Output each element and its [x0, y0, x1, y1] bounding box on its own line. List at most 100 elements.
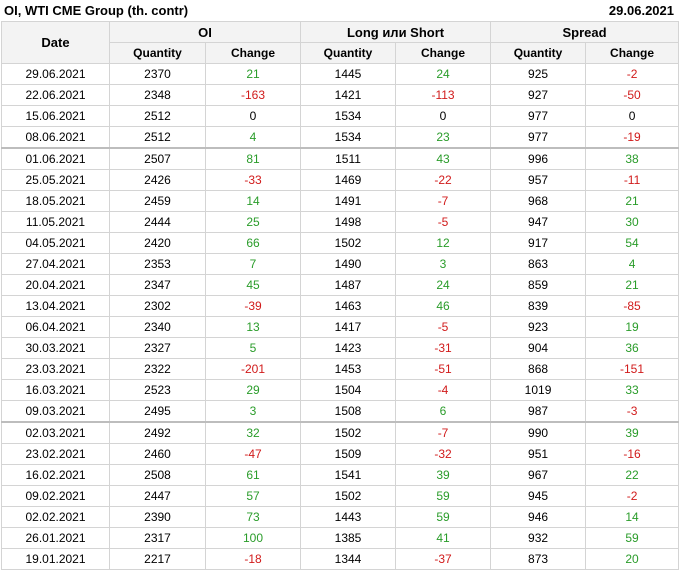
- table-row: 16.03.2021 2523 29 1504 -4 1019 33: [1, 379, 680, 401]
- cell-oi-quantity: 2340: [109, 316, 206, 338]
- cell-long-short-quantity: 1469: [300, 169, 397, 191]
- cell-long-short-change: -7: [395, 421, 492, 444]
- cell-oi-change: 100: [204, 527, 302, 549]
- cell-oi-quantity: 2370: [109, 63, 206, 85]
- cell-oi-quantity: 2508: [109, 464, 206, 486]
- cell-oi-change: -33: [204, 169, 302, 191]
- cell-long-short-change: 46: [395, 295, 492, 317]
- cell-date: 13.04.2021: [1, 295, 110, 317]
- cell-long-short-change: 0: [395, 105, 492, 127]
- cell-oi-change: -163: [204, 84, 302, 106]
- cell-oi-change: 3: [204, 400, 302, 423]
- cell-spread-change: 21: [585, 190, 680, 212]
- cell-oi-quantity: 2507: [109, 147, 206, 170]
- cell-spread-change: 0: [585, 105, 680, 127]
- cell-long-short-quantity: 1490: [300, 253, 397, 275]
- cell-spread-change: -16: [585, 443, 680, 465]
- cell-long-short-change: 59: [395, 506, 492, 528]
- col-header-long-short-change: Change: [395, 42, 492, 64]
- cell-oi-quantity: 2447: [109, 485, 206, 507]
- cell-long-short-change: -51: [395, 358, 492, 380]
- cell-long-short-change: 39: [395, 464, 492, 486]
- cell-long-short-quantity: 1498: [300, 211, 397, 233]
- cell-spread-change: 21: [585, 274, 680, 296]
- cell-date: 23.03.2021: [1, 358, 110, 380]
- table-row: 26.01.2021 2317 100 1385 41 932 59: [1, 527, 680, 549]
- cell-long-short-quantity: 1344: [300, 548, 397, 570]
- cell-date: 18.05.2021: [1, 190, 110, 212]
- cell-long-short-quantity: 1417: [300, 316, 397, 338]
- cell-spread-change: -19: [585, 126, 680, 149]
- cell-spread-quantity: 990: [490, 421, 587, 444]
- table-row: 30.03.2021 2327 5 1423 -31 904 36: [1, 337, 680, 359]
- cell-spread-change: 4: [585, 253, 680, 275]
- cell-long-short-change: 12: [395, 232, 492, 254]
- cell-long-short-quantity: 1502: [300, 232, 397, 254]
- cell-oi-quantity: 2317: [109, 527, 206, 549]
- cell-oi-quantity: 2322: [109, 358, 206, 380]
- cell-oi-quantity: 2348: [109, 84, 206, 106]
- report-header: OI, WTI CME Group (th. contr) 29.06.2021: [0, 0, 680, 21]
- cell-long-short-quantity: 1511: [300, 147, 397, 170]
- cell-date: 25.05.2021: [1, 169, 110, 191]
- table-row: 11.05.2021 2444 25 1498 -5 947 30: [1, 211, 680, 233]
- cell-date: 26.01.2021: [1, 527, 110, 549]
- cell-spread-change: 20: [585, 548, 680, 570]
- cell-spread-quantity: 923: [490, 316, 587, 338]
- cell-long-short-change: -31: [395, 337, 492, 359]
- cell-date: 16.03.2021: [1, 379, 110, 401]
- cell-long-short-quantity: 1504: [300, 379, 397, 401]
- table-row: 09.03.2021 2495 3 1508 6 987 -3: [1, 400, 680, 423]
- cell-spread-quantity: 946: [490, 506, 587, 528]
- table-row: 23.03.2021 2322 -201 1453 -51 868 -151: [1, 358, 680, 380]
- cell-long-short-change: 6: [395, 400, 492, 423]
- cell-oi-change: 57: [204, 485, 302, 507]
- col-header-date: Date: [1, 21, 110, 64]
- cell-oi-change: 21: [204, 63, 302, 85]
- cell-spread-change: -2: [585, 485, 680, 507]
- cell-long-short-quantity: 1534: [300, 126, 397, 149]
- cell-long-short-quantity: 1509: [300, 443, 397, 465]
- table-row: 27.04.2021 2353 7 1490 3 863 4: [1, 253, 680, 275]
- cell-spread-quantity: 945: [490, 485, 587, 507]
- cell-long-short-quantity: 1491: [300, 190, 397, 212]
- cell-oi-change: 45: [204, 274, 302, 296]
- cell-spread-change: 54: [585, 232, 680, 254]
- cell-long-short-change: 59: [395, 485, 492, 507]
- cell-date: 23.02.2021: [1, 443, 110, 465]
- cell-spread-quantity: 977: [490, 105, 587, 127]
- table-row: 04.05.2021 2420 66 1502 12 917 54: [1, 232, 680, 254]
- cell-oi-change: 73: [204, 506, 302, 528]
- cell-oi-quantity: 2512: [109, 105, 206, 127]
- col-header-oi-quantity: Quantity: [109, 42, 206, 64]
- cell-oi-change: -18: [204, 548, 302, 570]
- group-header-oi: OI: [108, 21, 302, 43]
- cell-date: 01.06.2021: [1, 147, 110, 170]
- cell-spread-quantity: 1019: [490, 379, 587, 401]
- cell-spread-quantity: 859: [490, 274, 587, 296]
- cell-date: 09.02.2021: [1, 485, 110, 507]
- cell-date: 11.05.2021: [1, 211, 110, 233]
- table-row: 29.06.2021 2370 21 1445 24 925 -2: [1, 63, 680, 85]
- table-row: 09.02.2021 2447 57 1502 59 945 -2: [1, 485, 680, 507]
- cell-oi-change: 14: [204, 190, 302, 212]
- table-row: 06.04.2021 2340 13 1417 -5 923 19: [1, 316, 680, 338]
- table-row: 01.06.2021 2507 81 1511 43 996 38: [1, 147, 680, 170]
- cell-oi-quantity: 2459: [109, 190, 206, 212]
- cell-long-short-quantity: 1541: [300, 464, 397, 486]
- col-header-spread-change: Change: [585, 42, 680, 64]
- cell-spread-quantity: 863: [490, 253, 587, 275]
- table-row: 25.05.2021 2426 -33 1469 -22 957 -11: [1, 169, 680, 191]
- cell-spread-change: -85: [585, 295, 680, 317]
- cell-date: 06.04.2021: [1, 316, 110, 338]
- cell-spread-quantity: 927: [490, 84, 587, 106]
- col-header-oi-change: Change: [204, 42, 302, 64]
- cell-long-short-change: -4: [395, 379, 492, 401]
- cell-spread-change: -11: [585, 169, 680, 191]
- cell-spread-quantity: 947: [490, 211, 587, 233]
- table-row: 23.02.2021 2460 -47 1509 -32 951 -16: [1, 443, 680, 465]
- cell-long-short-change: -32: [395, 443, 492, 465]
- cell-spread-quantity: 957: [490, 169, 587, 191]
- cell-spread-change: 38: [585, 147, 680, 170]
- table-row: 19.01.2021 2217 -18 1344 -37 873 20: [1, 548, 680, 570]
